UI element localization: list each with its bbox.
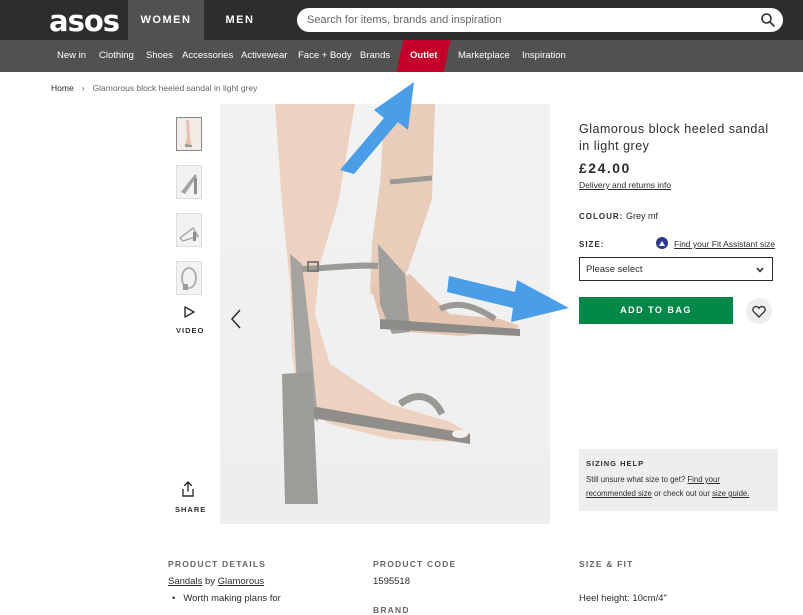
search-icon[interactable] bbox=[760, 12, 776, 28]
fit-assistant-link[interactable]: Find your Fit Assistant size bbox=[674, 239, 775, 249]
nav-item-clothing[interactable]: Clothing bbox=[99, 40, 134, 72]
colour-label: COLOUR: bbox=[579, 212, 624, 221]
delivery-returns-link[interactable]: Delivery and returns info bbox=[579, 180, 671, 190]
nav-item-brands[interactable]: Brands bbox=[360, 40, 390, 72]
size-select[interactable]: Please select bbox=[579, 257, 773, 281]
add-to-bag-button[interactable]: ADD TO BAG bbox=[579, 297, 733, 324]
thumbnail-2-image bbox=[177, 166, 201, 198]
search-input[interactable] bbox=[307, 8, 747, 32]
colour-value: Grey mf bbox=[626, 211, 659, 221]
sizing-help-middle: or check out our bbox=[654, 489, 710, 498]
nav-item-face-body[interactable]: Face + Body bbox=[298, 40, 352, 72]
nav-item-outlet[interactable]: Outlet bbox=[396, 40, 451, 72]
share-icon[interactable] bbox=[181, 481, 195, 497]
video-label[interactable]: VIDEO bbox=[176, 326, 204, 335]
nav-item-marketplace[interactable]: Marketplace bbox=[458, 40, 510, 72]
annotation-arrow-outlet bbox=[340, 82, 414, 174]
breadcrumb-current: Glamorous block heeled sandal in light g… bbox=[92, 83, 258, 93]
category-nav: New in Clothing Shoes Accessories Active… bbox=[0, 40, 803, 72]
nav-item-activewear[interactable]: Activewear bbox=[241, 40, 287, 72]
recommended-size-link[interactable]: recommended size bbox=[586, 489, 652, 498]
chevron-left-icon[interactable] bbox=[229, 308, 243, 330]
thumbnail-3-image bbox=[177, 214, 201, 246]
thumbnail-1[interactable] bbox=[176, 117, 202, 151]
detail-bullet: • Worth making plans for bbox=[168, 593, 281, 604]
thumbnail-1-image bbox=[177, 118, 201, 150]
nav-item-accessories[interactable]: Accessories bbox=[182, 40, 233, 72]
size-select-value: Please select bbox=[586, 264, 643, 275]
thumbnail-4-image bbox=[177, 262, 201, 294]
heel-height-text: Heel height: 10cm/4" bbox=[579, 593, 667, 604]
nav-item-inspiration[interactable]: Inspiration bbox=[522, 40, 566, 72]
heart-icon bbox=[752, 305, 766, 318]
nav-item-shoes[interactable]: Shoes bbox=[146, 40, 173, 72]
category-brand-line: Sandals by Glamorous bbox=[168, 576, 264, 587]
detail-bullet-text: Worth making plans for bbox=[183, 593, 281, 604]
sizing-help-title: SIZING HELP bbox=[586, 459, 645, 468]
by-text: by bbox=[204, 576, 216, 587]
sizing-help-box: SIZING HELP Still unsure what size to ge… bbox=[579, 449, 778, 511]
size-label: SIZE: bbox=[579, 240, 605, 249]
asos-logo[interactable]: asos bbox=[49, 4, 120, 38]
tab-women[interactable]: WOMEN bbox=[128, 0, 204, 40]
product-code-value: 1595518 bbox=[373, 576, 410, 587]
product-details-heading[interactable]: PRODUCT DETAILS bbox=[168, 559, 266, 569]
size-guide-link[interactable]: size guide. bbox=[712, 489, 749, 498]
tab-men[interactable]: MEN bbox=[206, 0, 274, 40]
breadcrumb-separator: › bbox=[81, 83, 85, 93]
thumbnail-2[interactable] bbox=[176, 165, 202, 199]
video-play-icon[interactable] bbox=[183, 306, 195, 318]
product-code-heading: PRODUCT CODE bbox=[373, 559, 457, 569]
fit-assistant-icon[interactable] bbox=[656, 237, 668, 249]
product-price: £24.00 bbox=[579, 160, 631, 176]
size-fit-heading: SIZE & FIT bbox=[579, 559, 634, 569]
category-link[interactable]: Sandals bbox=[168, 576, 202, 587]
find-your-link[interactable]: Find your bbox=[687, 475, 720, 484]
breadcrumb-home[interactable]: Home bbox=[51, 83, 74, 93]
breadcrumb: Home › Glamorous block heeled sandal in li… bbox=[51, 83, 257, 93]
annotation-arrow-add-to-bag bbox=[447, 276, 569, 322]
bullet-glyph: • bbox=[172, 593, 176, 604]
search-bar bbox=[297, 8, 783, 32]
top-header: asos WOMEN MEN bbox=[0, 0, 803, 40]
chevron-down-icon bbox=[756, 267, 764, 273]
product-title: Glamorous block heeled sandal in light g… bbox=[579, 122, 769, 153]
save-for-later-button[interactable] bbox=[746, 298, 772, 324]
nav-item-outlet-label: Outlet bbox=[410, 50, 438, 61]
nav-item-new-in[interactable]: New in bbox=[57, 40, 86, 72]
sizing-help-prefix: Still unsure what size to get? bbox=[586, 475, 686, 484]
thumbnail-4[interactable] bbox=[176, 261, 202, 295]
brand-heading: BRAND bbox=[373, 605, 410, 615]
brand-link[interactable]: Glamorous bbox=[218, 576, 264, 587]
sizing-help-text: Still unsure what size to get? Find your… bbox=[586, 473, 771, 501]
share-label[interactable]: SHARE bbox=[175, 505, 206, 514]
thumbnail-3[interactable] bbox=[176, 213, 202, 247]
